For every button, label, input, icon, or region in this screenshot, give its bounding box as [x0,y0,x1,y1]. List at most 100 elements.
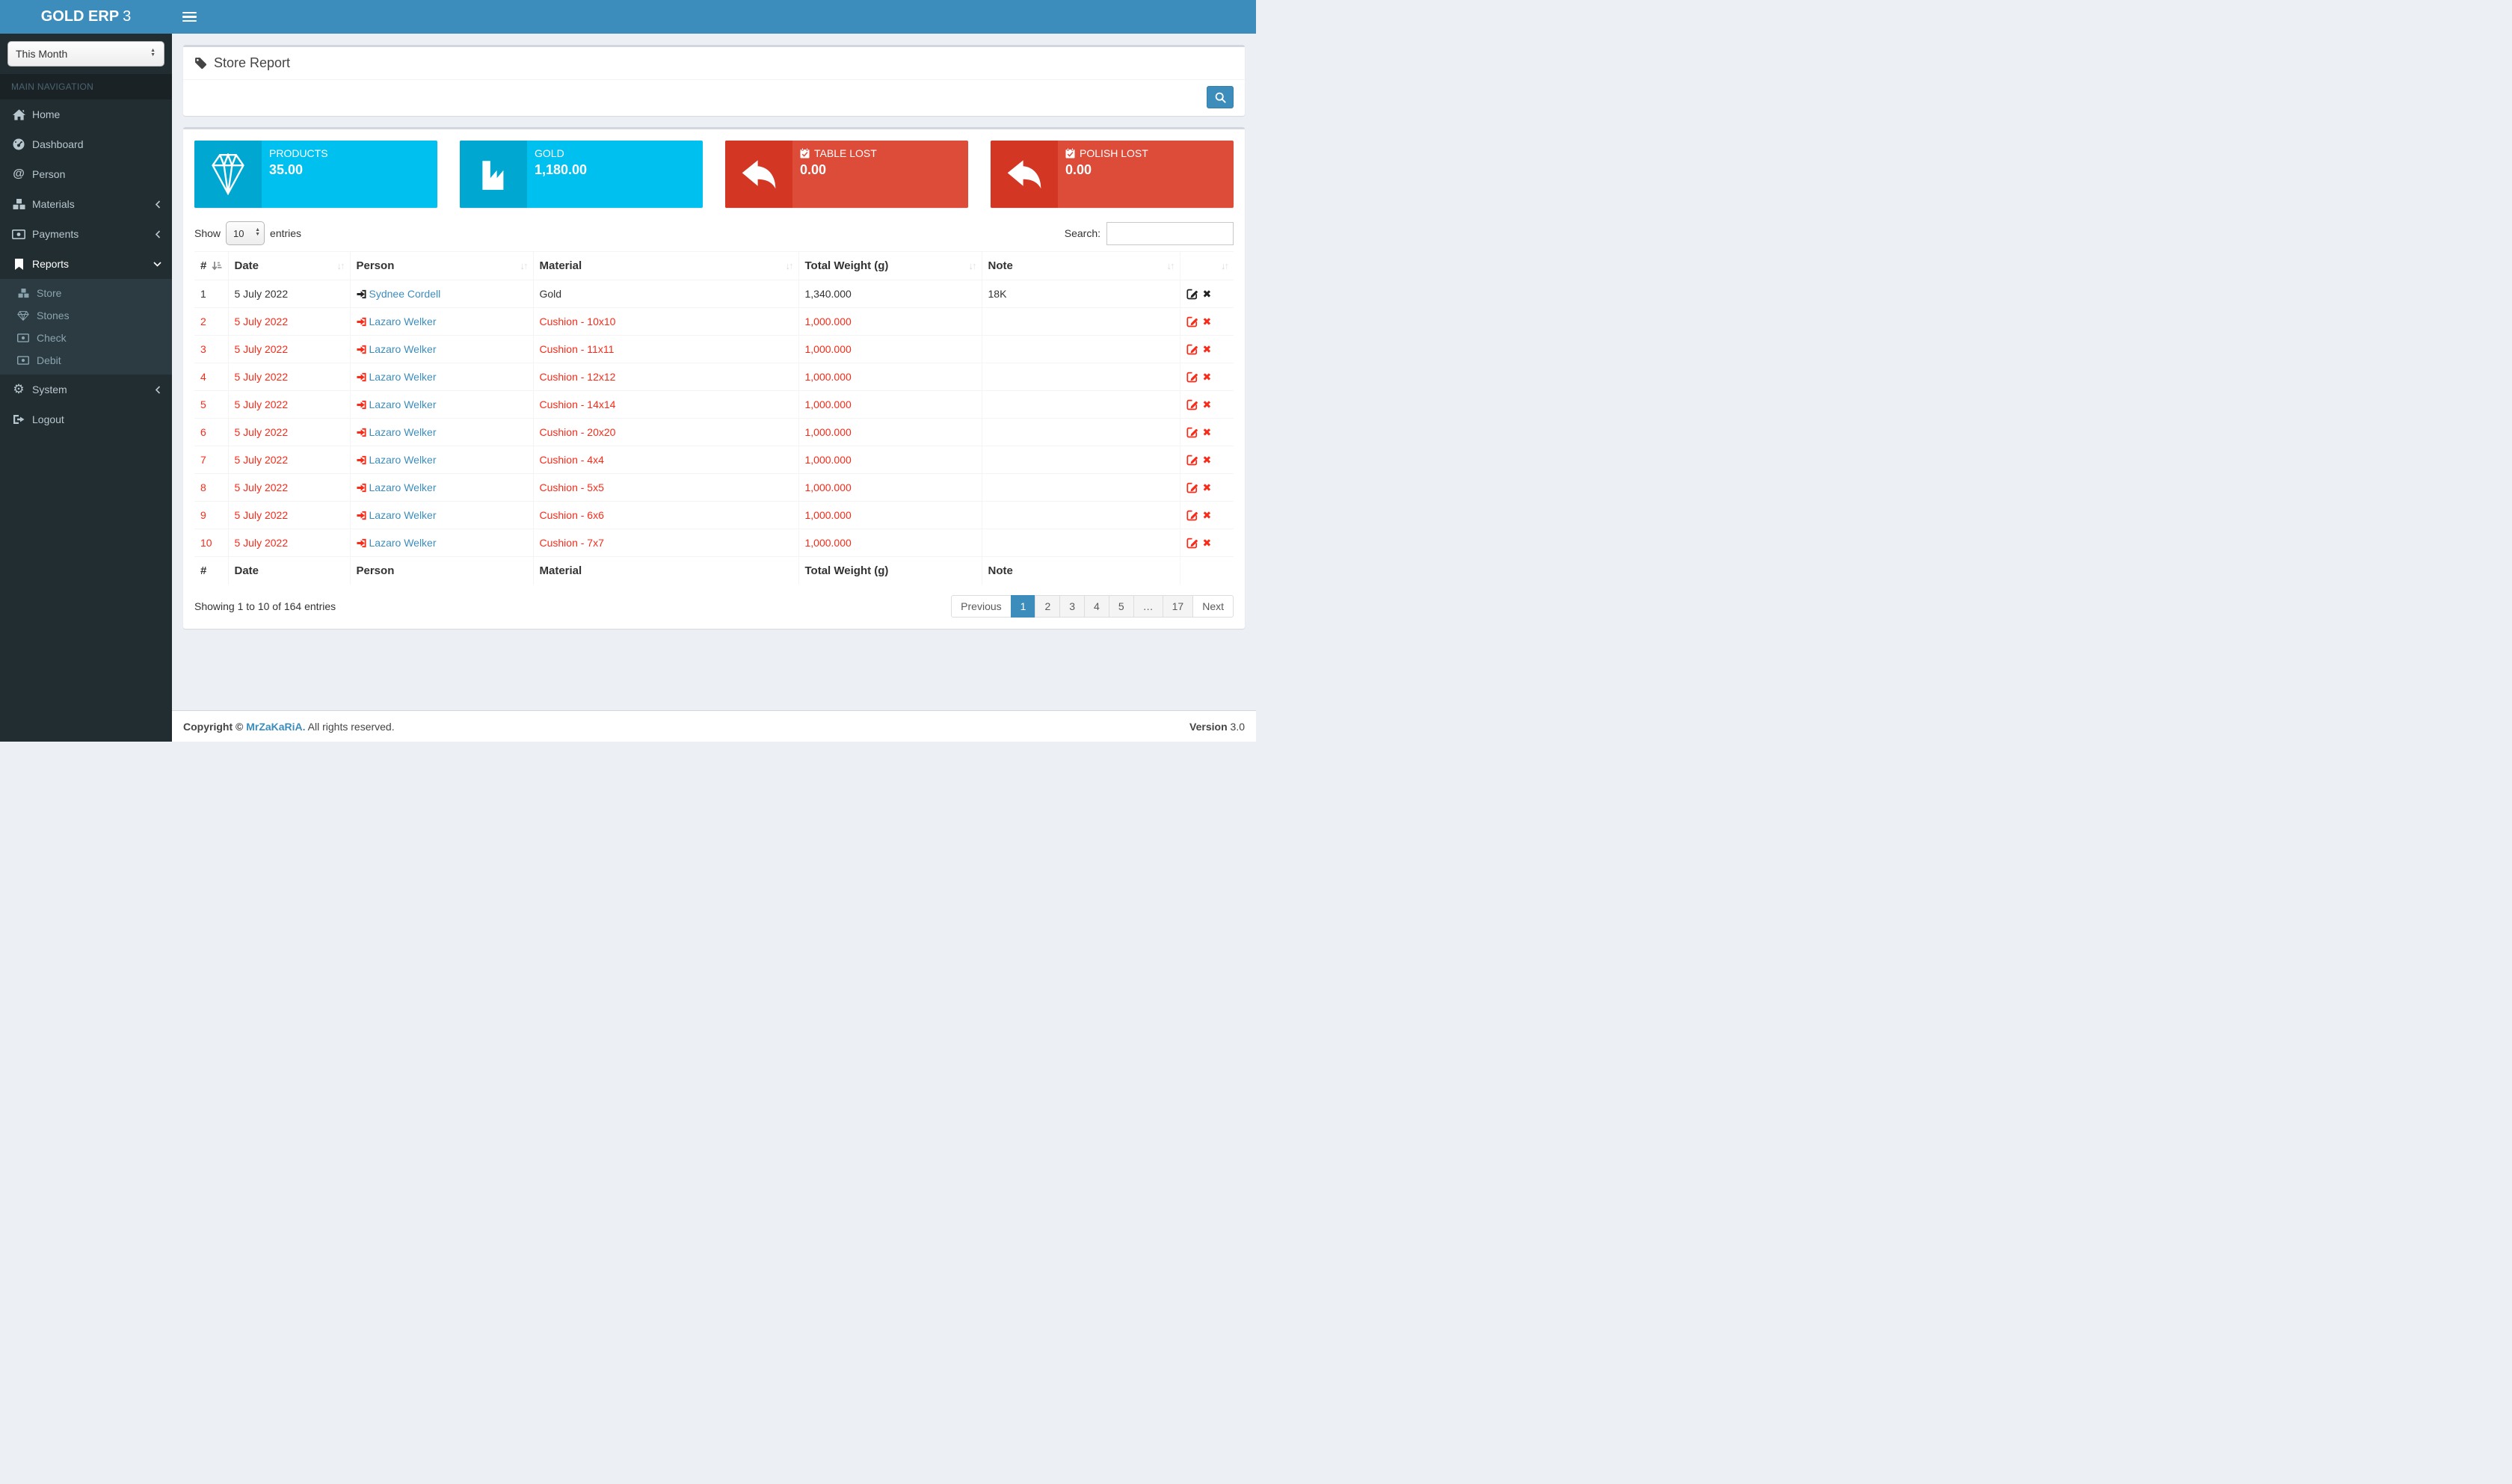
column-header-date[interactable]: Date↓↑ [228,252,350,280]
sidebar-item-label: Payments [32,228,78,240]
money-icon [15,356,31,365]
info-box-value: 0.00 [800,162,877,178]
sidebar-item-dashboard[interactable]: Dashboard [0,129,172,159]
author-link[interactable]: MrZaKaRiA. [246,721,305,733]
table-info: Showing 1 to 10 of 164 entries [194,600,336,612]
person-link[interactable]: Lazaro Welker [369,315,437,327]
edit-button[interactable] [1186,343,1198,355]
info-box-label: TABLE LOST [814,147,877,159]
sidebar-item-materials[interactable]: Materials [0,189,172,219]
sidebar-item-stones[interactable]: Stones [0,304,172,327]
cell-date: 5 July 2022 [228,419,350,446]
table-row[interactable]: 2 5 July 2022 Lazaro Welker Cushion - 10… [194,308,1234,336]
person-link[interactable]: Lazaro Welker [369,343,437,355]
delete-button[interactable]: ✖ [1203,289,1212,299]
sidebar-toggle-button[interactable] [172,0,206,34]
table-row[interactable]: 4 5 July 2022 Lazaro Welker Cushion - 12… [194,363,1234,391]
column-header-num[interactable]: # [194,252,228,280]
person-link[interactable]: Lazaro Welker [369,398,437,410]
edit-button[interactable] [1186,315,1198,327]
top-navbar [172,0,1256,34]
column-header-note[interactable]: Note↓↑ [982,252,1180,280]
person-link[interactable]: Lazaro Welker [369,537,437,549]
cell-note [982,502,1180,529]
sidebar-item-store[interactable]: Store [0,282,172,304]
delete-button[interactable]: ✖ [1203,344,1212,354]
page-length-select[interactable]: 10 [226,221,265,245]
info-box-gold: GOLD 1,180.00 [460,141,703,208]
industry-icon [460,141,527,208]
column-header-person[interactable]: Person↓↑ [350,252,533,280]
person-link[interactable]: Lazaro Welker [369,371,437,383]
person-link[interactable]: Sydnee Cordell [369,288,441,300]
delete-button[interactable]: ✖ [1203,316,1212,327]
sidebar-item-payments[interactable]: Payments [0,219,172,249]
table-footer-bar: Showing 1 to 10 of 164 entries Previous1… [194,595,1234,618]
column-header-actions[interactable]: ↓↑ [1180,252,1234,280]
pagination-previous[interactable]: Previous [951,595,1011,618]
cell-num: 7 [194,446,228,474]
person-link[interactable]: Lazaro Welker [369,509,437,521]
delete-button[interactable]: ✖ [1203,427,1212,437]
table-row[interactable]: 7 5 July 2022 Lazaro Welker Cushion - 4x… [194,446,1234,474]
pagination-page-3[interactable]: 3 [1059,595,1085,618]
edit-button[interactable] [1186,426,1198,438]
sidebar-item-reports[interactable]: Reports [0,249,172,279]
table-row[interactable]: 5 5 July 2022 Lazaro Welker Cushion - 14… [194,391,1234,419]
edit-button[interactable] [1186,371,1198,383]
table-row[interactable]: 9 5 July 2022 Lazaro Welker Cushion - 6x… [194,502,1234,529]
page-title-header: Store Report [183,47,1245,80]
edit-button[interactable] [1186,481,1198,493]
cell-weight: 1,000.000 [798,336,982,363]
page-title-box: Store Report [183,45,1245,116]
info-box-table-lost: TABLE LOST 0.00 [725,141,968,208]
column-header-material[interactable]: Material↓↑ [533,252,798,280]
brand-logo[interactable]: GOLD ERP 3 [0,0,172,34]
delete-button[interactable]: ✖ [1203,482,1212,493]
edit-button[interactable] [1186,288,1198,300]
sidebar-item-check[interactable]: Check [0,327,172,349]
table-row[interactable]: 6 5 July 2022 Lazaro Welker Cushion - 20… [194,419,1234,446]
delete-button[interactable]: ✖ [1203,399,1212,410]
delete-button[interactable]: ✖ [1203,372,1212,382]
table-row[interactable]: 1 5 July 2022 Sydnee Cordell Gold 1,340.… [194,280,1234,308]
pagination-ellipsis: … [1133,595,1163,618]
edit-button[interactable] [1186,454,1198,466]
sidebar-item-person[interactable]: @ Person [0,159,172,189]
person-link[interactable]: Lazaro Welker [369,481,437,493]
footer-col-material: Material [533,557,798,585]
sidebar-item-label: Store [37,287,61,299]
edit-button[interactable] [1186,537,1198,549]
sign-in-icon [357,345,366,354]
period-select[interactable]: This Month [7,41,164,67]
delete-button[interactable]: ✖ [1203,455,1212,465]
person-link[interactable]: Lazaro Welker [369,426,437,438]
logout-icon [10,414,27,425]
sidebar-item-system[interactable]: ⚙ System [0,375,172,404]
pagination-page-17[interactable]: 17 [1163,595,1194,618]
delete-button[interactable]: ✖ [1203,510,1212,520]
pagination-page-2[interactable]: 2 [1035,595,1060,618]
column-header-weight[interactable]: Total Weight (g)↓↑ [798,252,982,280]
pagination-next[interactable]: Next [1192,595,1234,618]
table-row[interactable]: 3 5 July 2022 Lazaro Welker Cushion - 11… [194,336,1234,363]
sidebar-item-logout[interactable]: Logout [0,404,172,434]
search-button[interactable] [1207,86,1234,108]
pagination-page-5[interactable]: 5 [1109,595,1134,618]
person-link[interactable]: Lazaro Welker [369,454,437,466]
pagination-page-4[interactable]: 4 [1084,595,1109,618]
table-search-input[interactable] [1106,222,1234,245]
table-row[interactable]: 10 5 July 2022 Lazaro Welker Cushion - 7… [194,529,1234,557]
sidebar-item-home[interactable]: Home [0,99,172,129]
delete-button[interactable]: ✖ [1203,538,1212,548]
chevron-left-icon [155,200,161,209]
edit-button[interactable] [1186,398,1198,410]
sidebar-item-label: Dashboard [32,138,84,150]
pagination-page-1[interactable]: 1 [1011,595,1036,618]
table-row[interactable]: 8 5 July 2022 Lazaro Welker Cushion - 5x… [194,474,1234,502]
edit-button[interactable] [1186,509,1198,521]
cell-weight: 1,000.000 [798,529,982,557]
sign-in-icon [357,372,366,382]
sidebar-item-debit[interactable]: Debit [0,349,172,372]
sign-in-icon [357,400,366,410]
